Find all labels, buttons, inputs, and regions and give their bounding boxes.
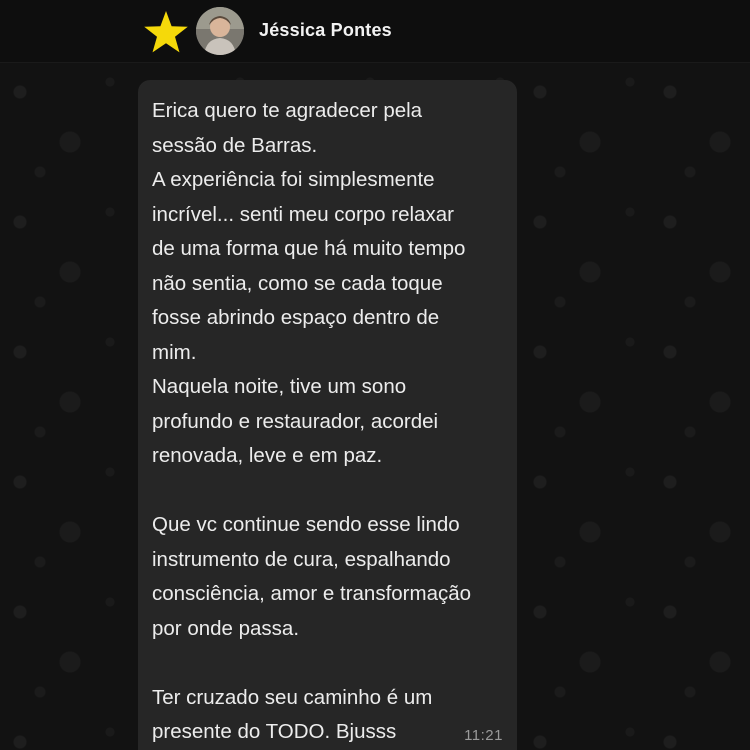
chat-screen: Jéssica Pontes Erica quero te agradecer … — [0, 0, 750, 750]
message-line: Ter cruzado seu caminho é um — [152, 685, 433, 709]
message-line: por onde passa. — [152, 616, 300, 640]
message-line: Que vc continue sendo esse lindo — [152, 513, 460, 536]
star-icon[interactable] — [143, 9, 189, 55]
contact-name[interactable]: Jéssica Pontes — [259, 20, 392, 41]
message-timestamp: 11:21 — [464, 727, 503, 744]
chat-header: Jéssica Pontes — [0, 0, 750, 63]
message-line: presente do TODO. Bjusss — [152, 720, 397, 743]
message-line: mim. — [152, 340, 197, 364]
message-line: profundo e restaurador, acordei — [152, 409, 439, 433]
message-line: renovada, leve e em paz. — [152, 444, 383, 467]
message-line: Naquela noite, tive um sono — [152, 375, 407, 398]
message-line: fosse abrindo espaço dentro de — [152, 306, 440, 329]
message-line: sessão de Barras. — [152, 133, 318, 157]
message-line: incrível... senti meu corpo relaxar — [152, 202, 454, 226]
message-line: instrumento de cura, espalhando — [152, 547, 451, 571]
message-line: A experiência foi simplesmente — [152, 168, 435, 191]
message-line: não sentia, como se cada toque — [152, 271, 443, 295]
avatar-image — [196, 7, 244, 55]
message-bubble[interactable]: Erica quero te agradecer pela sessão de … — [138, 80, 517, 750]
avatar[interactable] — [196, 7, 244, 55]
message-line: de uma forma que há muito tempo — [152, 237, 466, 260]
message-line: consciência, amor e transformação — [152, 582, 472, 605]
message-line: Erica quero te agradecer pela — [152, 99, 423, 122]
